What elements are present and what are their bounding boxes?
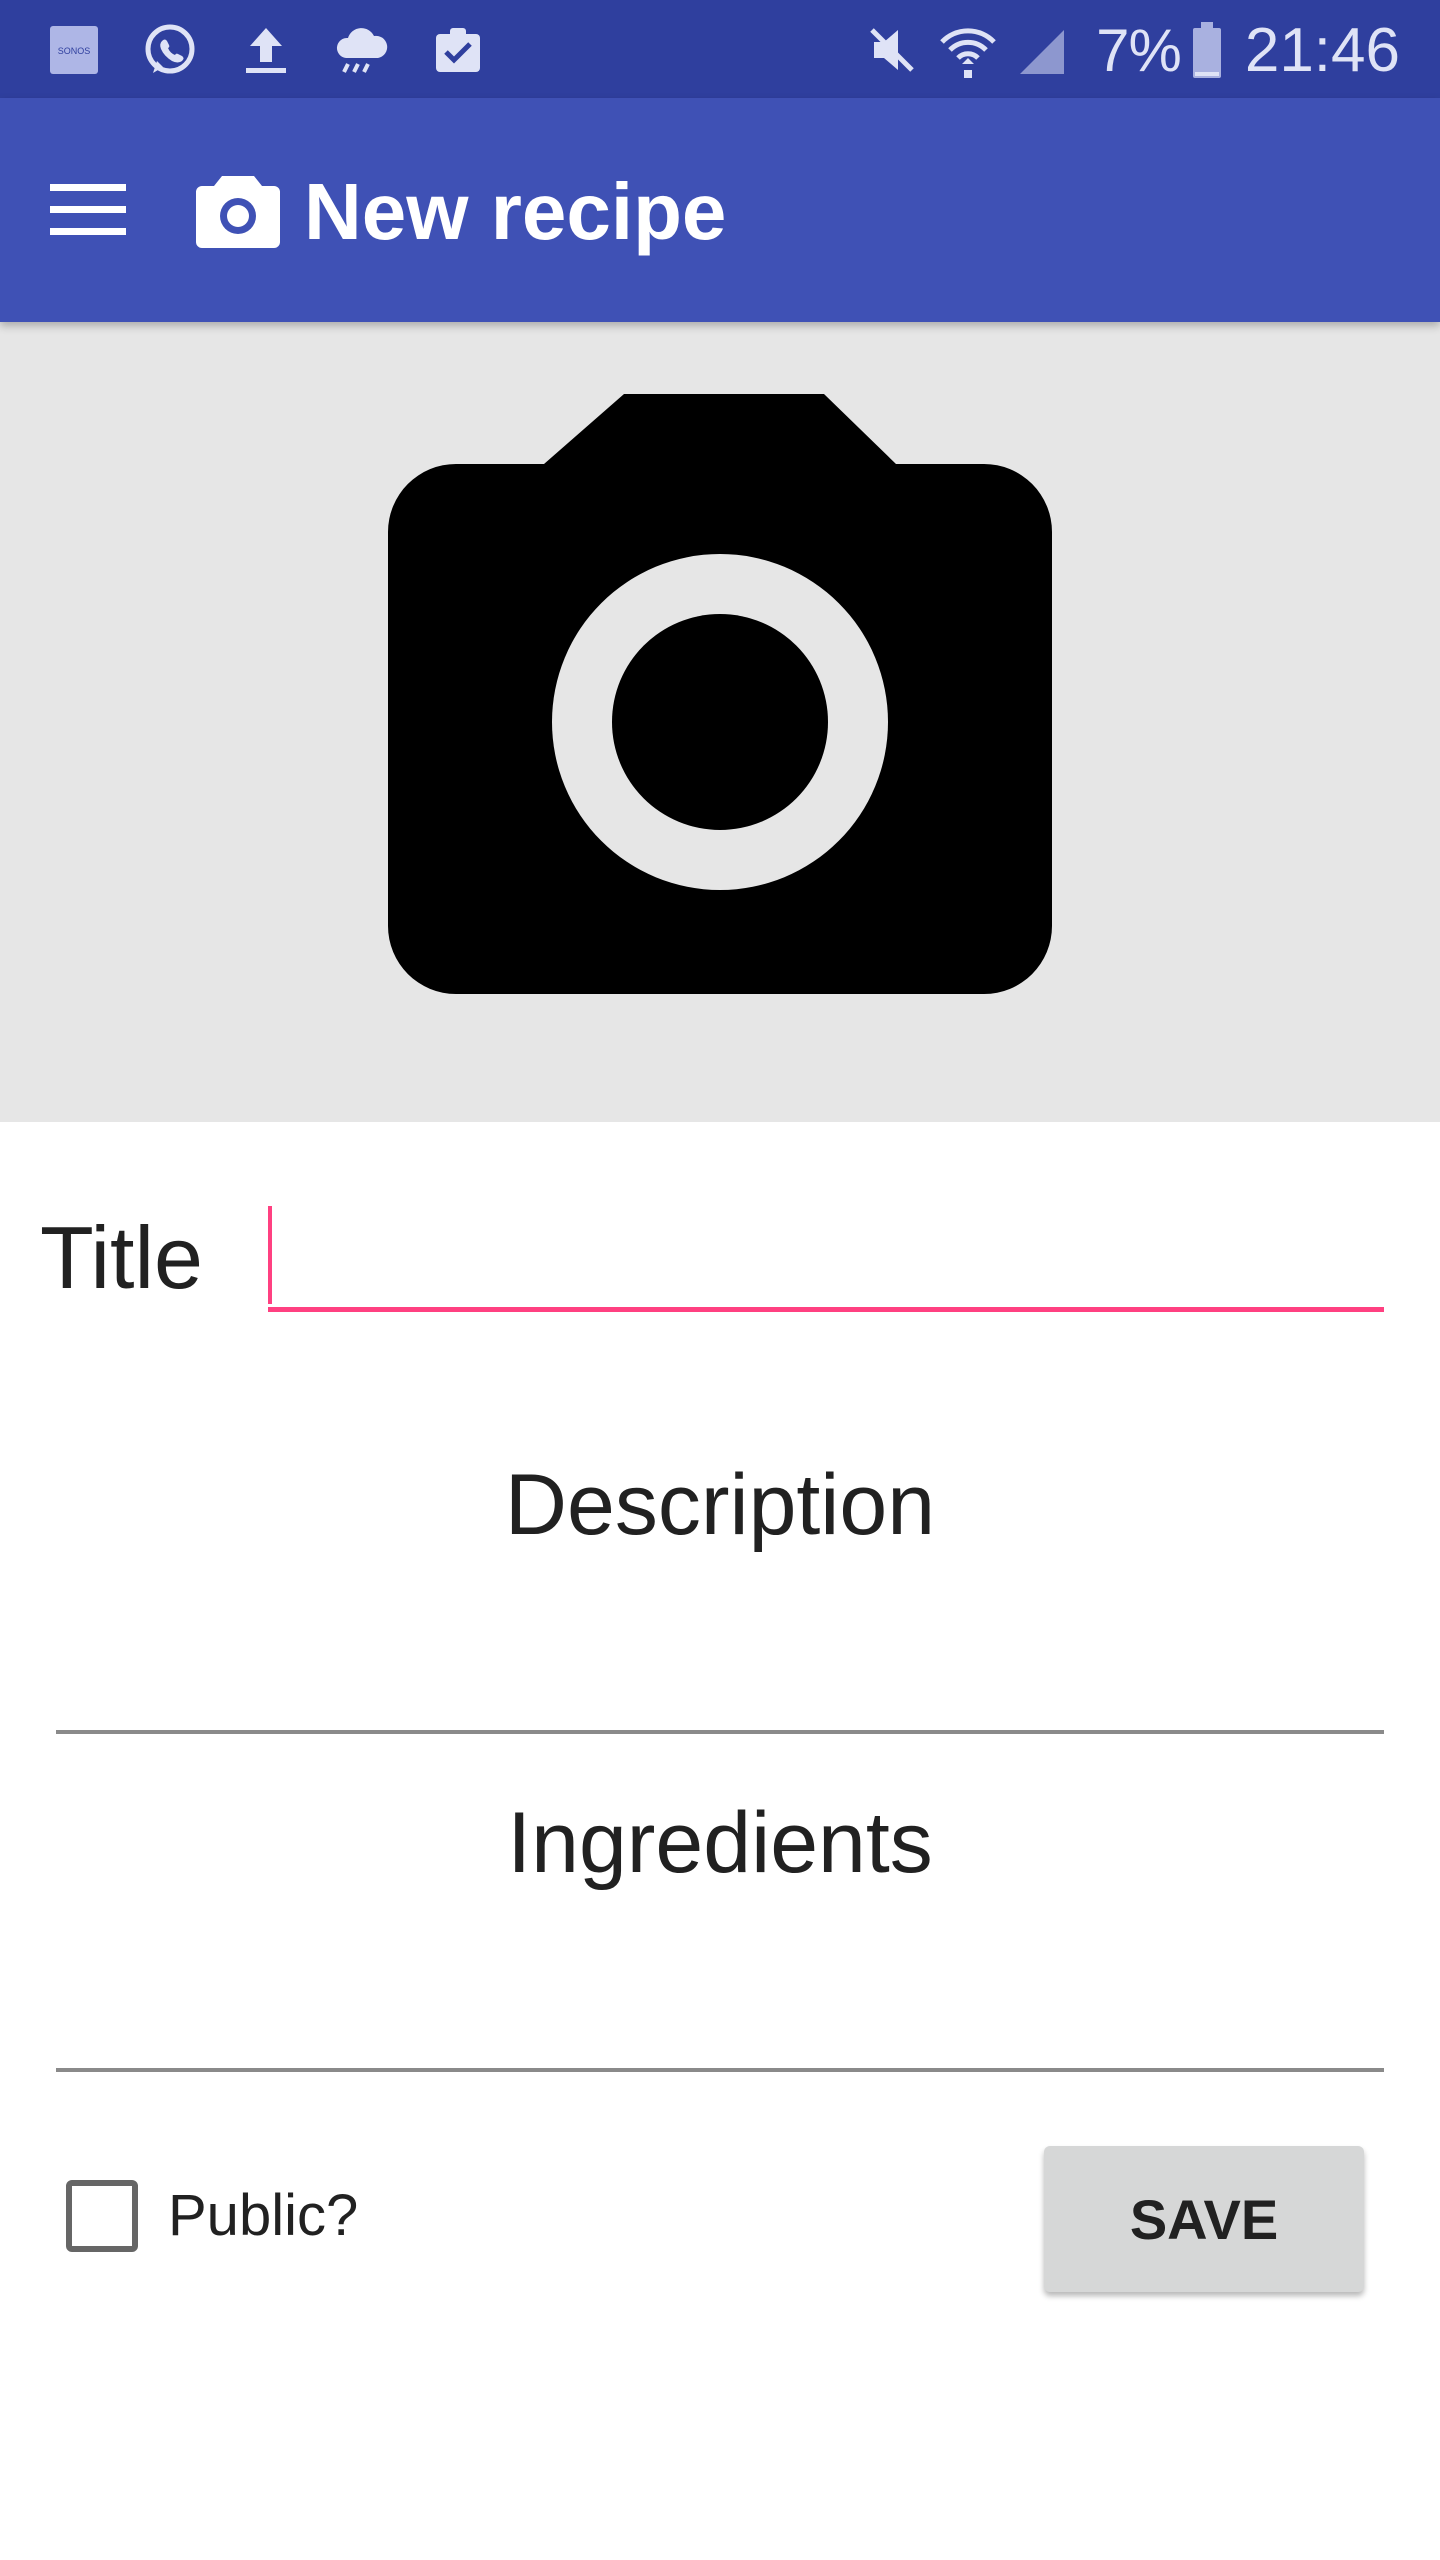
whatsapp-icon <box>140 20 200 80</box>
menu-icon[interactable] <box>40 162 136 258</box>
wifi-icon <box>938 20 998 80</box>
battery-icon <box>1191 20 1223 80</box>
public-checkbox[interactable] <box>66 2180 138 2252</box>
battery-percent: 7% <box>1096 16 1182 84</box>
status-bar: SONOS 7% 21:46 <box>0 0 1440 98</box>
title-input[interactable] <box>268 1200 1384 1312</box>
clock: 21:46 <box>1244 15 1400 85</box>
camera-icon <box>196 172 280 248</box>
ingredients-field[interactable]: Ingredients <box>56 1758 1384 2072</box>
description-hint: Description <box>504 1457 936 1553</box>
cloud-rain-icon <box>332 20 392 80</box>
page-title: New recipe <box>304 167 727 256</box>
clipboard-check-icon <box>428 20 488 80</box>
app-bar: New recipe <box>0 98 1440 322</box>
title-label: Title <box>40 1208 203 1307</box>
ingredients-hint: Ingredients <box>507 1795 933 1891</box>
system-icons: 7% 21:46 <box>846 12 1400 88</box>
text-cursor <box>268 1206 272 1304</box>
mute-icon <box>864 20 920 80</box>
notification-icons: SONOS <box>44 20 524 80</box>
photo-picker[interactable] <box>0 322 1440 1122</box>
sonos-icon: SONOS <box>44 20 104 80</box>
camera-icon <box>384 390 1056 994</box>
save-button[interactable]: SAVE <box>1044 2146 1364 2292</box>
sonos-text: SONOS <box>58 46 91 56</box>
upload-icon <box>236 20 296 80</box>
public-label: Public? <box>168 2183 359 2248</box>
signal-icon <box>1016 20 1068 80</box>
description-field[interactable]: Description <box>56 1420 1384 1734</box>
